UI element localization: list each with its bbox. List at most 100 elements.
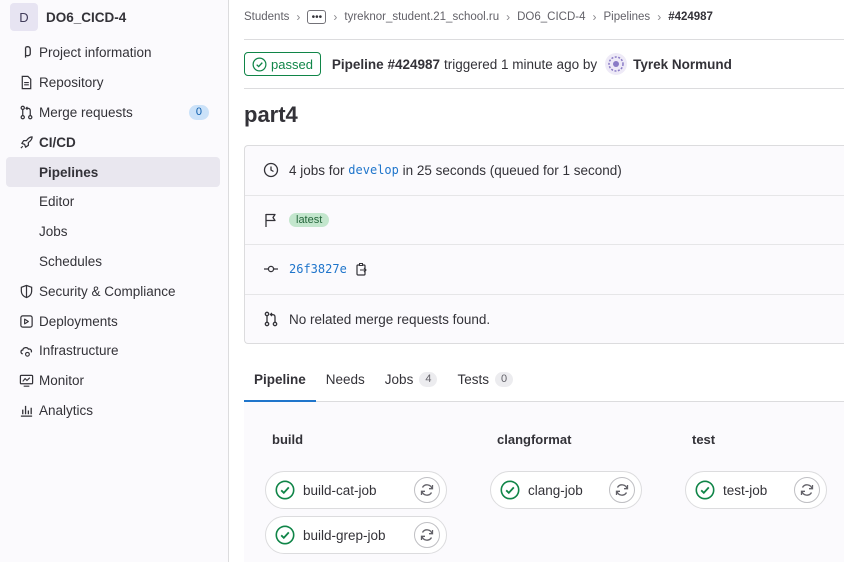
retry-icon xyxy=(800,484,814,496)
rocket-icon xyxy=(18,134,34,150)
jobs-suffix: in 25 seconds (queued for 1 second) xyxy=(402,162,622,178)
tab-pipeline[interactable]: Pipeline xyxy=(244,358,316,402)
project-header[interactable]: D DO6_CICD-4 xyxy=(0,0,228,34)
job-test[interactable]: test-job xyxy=(685,471,827,509)
success-icon xyxy=(275,480,295,500)
success-icon xyxy=(500,480,520,500)
merge-requests-count-badge: 0 xyxy=(188,104,209,120)
retry-button[interactable] xyxy=(414,522,440,548)
commit-sha-link[interactable]: 26f3827e xyxy=(289,262,347,276)
sidebar-item-label: Pipelines xyxy=(39,164,99,180)
sidebar-item-deployments[interactable]: Deployments xyxy=(6,306,220,336)
job-build-grep[interactable]: build-grep-job xyxy=(265,516,447,554)
sidebar-item-label: Jobs xyxy=(39,224,68,240)
pipeline-header: passed Pipeline #424987 triggered 1 minu… xyxy=(244,39,844,89)
triggered-text: triggered 1 minute ago by xyxy=(444,56,598,72)
sidebar-item-jobs[interactable]: Jobs xyxy=(6,217,220,247)
pipeline-graph: build build-cat-job build-grep-job clang… xyxy=(244,402,844,562)
breadcrumb-namespace[interactable]: tyreknor_student.21_school.ru xyxy=(344,11,499,23)
sidebar-item-merge-requests[interactable]: Merge requests 0 xyxy=(6,98,220,128)
merge-requests-text: No related merge requests found. xyxy=(289,311,491,327)
job-name: clang-job xyxy=(528,482,583,498)
sidebar-item-schedules[interactable]: Schedules xyxy=(6,247,220,277)
success-icon xyxy=(275,525,295,545)
info-icon xyxy=(18,45,34,61)
tab-label: Pipeline xyxy=(254,372,306,387)
retry-button[interactable] xyxy=(794,477,820,503)
sidebar-item-security-compliance[interactable]: Security & Compliance xyxy=(6,276,220,306)
monitor-icon xyxy=(18,373,34,389)
breadcrumb-expand-button[interactable]: ••• xyxy=(307,10,327,24)
status-text: passed xyxy=(271,56,313,72)
sidebar-item-cicd[interactable]: CI/CD xyxy=(6,127,220,157)
project-name: DO6_CICD-4 xyxy=(46,9,127,25)
sidebar-item-label: Deployments xyxy=(39,313,118,329)
sidebar-item-label: CI/CD xyxy=(39,134,76,150)
sidebar: D DO6_CICD-4 Project information Reposit… xyxy=(0,0,229,562)
sidebar-item-label: Analytics xyxy=(39,402,94,418)
jobs-prefix: 4 jobs for xyxy=(289,162,345,178)
commit-row: 26f3827e xyxy=(245,245,844,295)
breadcrumb-separator: › xyxy=(333,10,338,24)
jobs-count-badge: 4 xyxy=(419,372,438,387)
job-name: build-grep-job xyxy=(303,527,386,543)
sidebar-item-pipelines[interactable]: Pipelines xyxy=(6,157,220,187)
pipeline-id: Pipeline #424987 xyxy=(331,56,440,72)
user-avatar[interactable] xyxy=(605,53,628,75)
sidebar-item-label: Editor xyxy=(39,194,75,210)
user-name[interactable]: Tyrek Normund xyxy=(633,57,732,72)
status-badge[interactable]: passed xyxy=(244,52,321,76)
page-title: part4 xyxy=(244,102,298,127)
retry-button[interactable] xyxy=(414,477,440,503)
stage-title-clangformat: clangformat xyxy=(497,432,572,447)
tab-label: Tests xyxy=(457,372,489,387)
breadcrumb-students[interactable]: Students xyxy=(244,11,289,23)
sidebar-item-label: Project information xyxy=(39,45,152,61)
sidebar-item-editor[interactable]: Editor xyxy=(6,187,220,217)
sidebar-item-label: Monitor xyxy=(39,373,85,389)
branch-link[interactable]: develop xyxy=(348,163,399,177)
breadcrumb: Students › ••• › tyreknor_student.21_sch… xyxy=(244,10,713,24)
merge-request-icon xyxy=(18,104,34,120)
chart-icon xyxy=(18,402,34,418)
tab-tests[interactable]: Tests 0 xyxy=(447,358,523,401)
retry-icon xyxy=(615,484,629,496)
sidebar-item-label: Schedules xyxy=(39,253,103,269)
breadcrumb-separator: › xyxy=(592,10,597,24)
shield-icon xyxy=(18,283,34,299)
job-build-cat[interactable]: build-cat-job xyxy=(265,471,447,509)
sidebar-nav: Project information Repository Merge req… xyxy=(0,38,228,425)
deployments-icon xyxy=(18,313,34,329)
sidebar-item-analytics[interactable]: Analytics xyxy=(6,396,220,426)
sidebar-item-label: Merge requests xyxy=(39,104,133,120)
project-avatar: D xyxy=(10,3,38,31)
stage-title-test: test xyxy=(692,432,716,447)
merge-requests-row: No related merge requests found. xyxy=(245,295,844,345)
pipeline-info-panel: 4 jobs for develop in 25 seconds (queued… xyxy=(244,145,844,344)
tab-jobs[interactable]: Jobs 4 xyxy=(375,358,448,401)
breadcrumb-pipelines[interactable]: Pipelines xyxy=(604,11,651,23)
clock-icon xyxy=(263,162,279,178)
jobs-summary-row: 4 jobs for develop in 25 seconds (queued… xyxy=(245,146,844,196)
breadcrumb-separator: › xyxy=(506,10,511,24)
sidebar-item-label: Repository xyxy=(39,75,104,91)
tab-needs[interactable]: Needs xyxy=(316,358,375,401)
sidebar-item-project-information[interactable]: Project information xyxy=(6,38,220,68)
sidebar-item-repository[interactable]: Repository xyxy=(6,68,220,98)
sidebar-item-monitor[interactable]: Monitor xyxy=(6,366,220,396)
job-name: build-cat-job xyxy=(303,482,377,498)
retry-button[interactable] xyxy=(609,477,635,503)
breadcrumb-project[interactable]: DO6_CICD-4 xyxy=(517,11,585,23)
pipeline-tabs: Pipeline Needs Jobs 4 Tests 0 xyxy=(244,358,844,402)
breadcrumb-separator: › xyxy=(657,10,662,24)
job-clang[interactable]: clang-job xyxy=(490,471,642,509)
copy-icon[interactable] xyxy=(355,262,369,276)
success-icon xyxy=(695,480,715,500)
tab-label: Jobs xyxy=(384,372,414,387)
tab-label: Needs xyxy=(325,372,365,387)
tags-row: latest xyxy=(245,196,844,245)
breadcrumb-current[interactable]: #424987 xyxy=(668,11,713,23)
sidebar-item-infrastructure[interactable]: Infrastructure xyxy=(6,336,220,366)
main-content: Students › ••• › tyreknor_student.21_sch… xyxy=(229,0,844,562)
cloud-gear-icon xyxy=(18,343,34,359)
